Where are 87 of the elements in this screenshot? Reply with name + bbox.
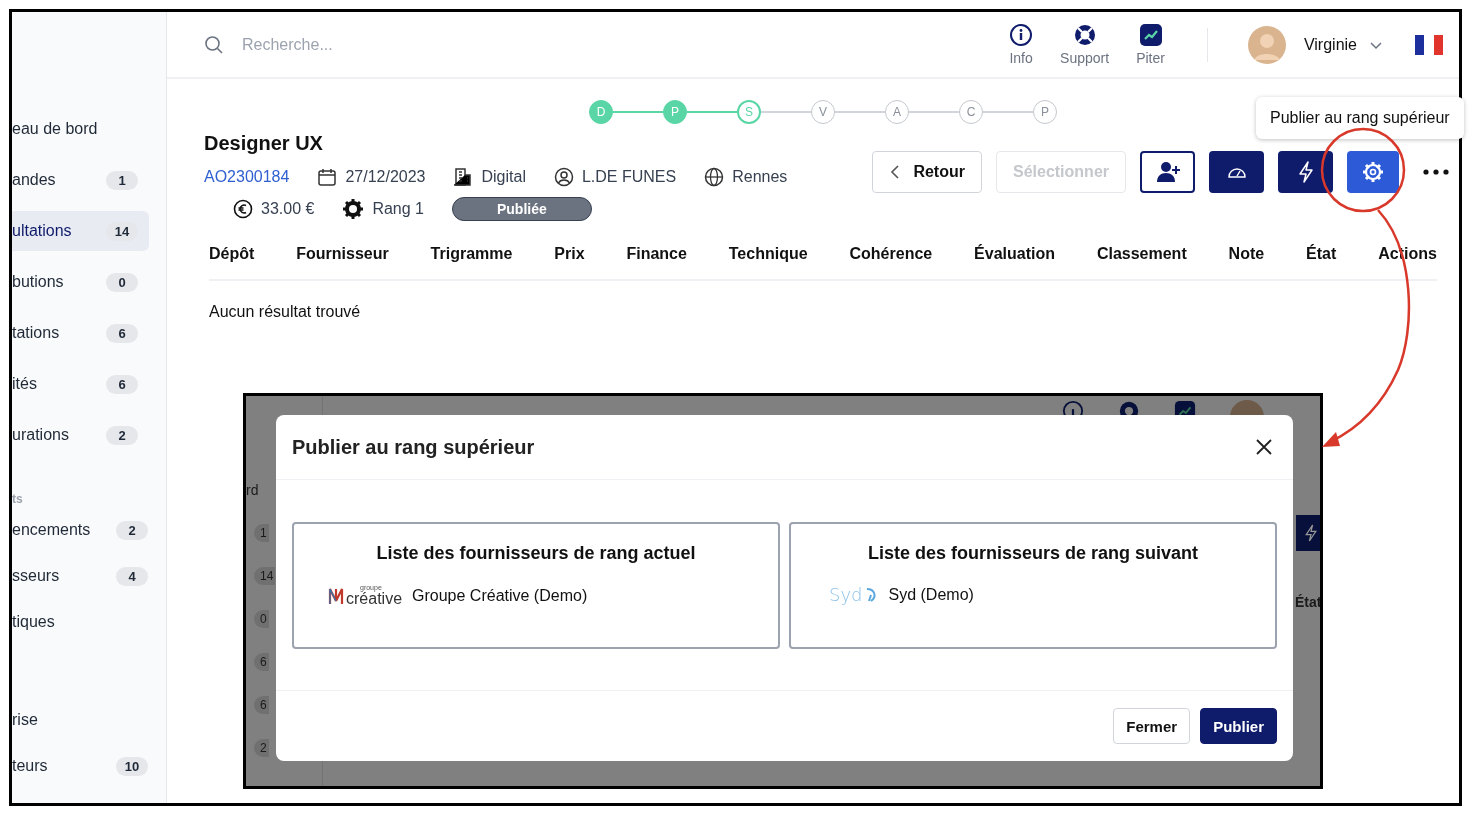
back-button[interactable]: Retour: [872, 151, 982, 193]
euro-icon: [233, 199, 253, 219]
nav-label[interactable]: Info: [1009, 50, 1033, 66]
count-badge: 6: [106, 323, 138, 343]
page-title: Designer UX: [204, 132, 324, 155]
sidebar-item[interactable]: eau de bord: [12, 109, 149, 149]
count-badge: 2: [254, 739, 269, 757]
user-name[interactable]: Virginie: [1303, 35, 1357, 54]
sidebar-heading: ts: [12, 491, 24, 508]
count-badge: 6: [254, 696, 269, 714]
sidebar-item[interactable]: tiques: [12, 604, 159, 640]
sidebar-item[interactable]: teurs 10: [12, 748, 159, 784]
count-badge: 14: [106, 221, 138, 241]
column-header: Trigramme: [430, 245, 513, 263]
step-circle: D: [589, 100, 613, 124]
meta-text: 27/12/2023: [345, 168, 426, 186]
sidebar-item[interactable]: urations 2: [12, 415, 149, 455]
status-badge: Publiée: [452, 197, 592, 221]
count-badge: 0: [106, 272, 138, 292]
sidebar-item[interactable]: ités 6: [12, 364, 149, 404]
lifebuoy-icon[interactable]: [1072, 23, 1097, 47]
sidebar-item[interactable]: sseurs 4: [12, 558, 159, 594]
reference-link[interactable]: AO2300184: [204, 168, 290, 186]
count-badge: 4: [116, 566, 148, 586]
count-badge: 2: [106, 425, 138, 445]
sidebar-item[interactable]: encements 2: [12, 512, 159, 548]
sidebar-item[interactable]: andes 1: [12, 160, 149, 200]
supplier-name: Groupe Créative (Demo): [412, 586, 588, 605]
column-header: Dépôt: [209, 245, 255, 263]
supplier-name: Syd (Demo): [888, 585, 974, 604]
globe-icon: [704, 167, 725, 187]
close-icon[interactable]: [1255, 438, 1273, 456]
count-badge: 6: [254, 653, 269, 671]
meta-text: L.DE FUNES: [581, 168, 677, 186]
column-header: Cohérence: [849, 245, 933, 263]
count-badge: 6: [106, 374, 138, 394]
gear-icon: [342, 198, 365, 220]
nav-label[interactable]: Support: [1060, 50, 1110, 66]
info-icon[interactable]: [1009, 23, 1034, 47]
sidebar-item[interactable]: tations 6: [12, 313, 149, 353]
chart-icon[interactable]: [1138, 23, 1163, 47]
flag-icon[interactable]: [1415, 34, 1443, 55]
tooltip: Publier au rang supérieur: [1256, 97, 1464, 139]
modal-title: Publier au rang supérieur: [292, 435, 535, 459]
column-header: Prix: [554, 245, 585, 263]
search-icon: [204, 34, 224, 55]
settings-icon: [1361, 160, 1385, 184]
meta-text: Digital: [481, 168, 526, 186]
meta-text: 33.00 €: [261, 200, 315, 218]
column-header: Évaluation: [974, 245, 1055, 263]
supplier-logo: Syd: [829, 584, 879, 605]
settings-button[interactable]: [1347, 151, 1399, 193]
building-icon: [453, 167, 474, 187]
column-header: Finance: [626, 245, 687, 263]
more-icon[interactable]: [1423, 169, 1449, 175]
count-badge: 0: [254, 610, 269, 628]
column-header: Technique: [728, 245, 808, 263]
meta-text: Rennes: [732, 168, 788, 186]
publish-button[interactable]: Publier: [1200, 708, 1277, 744]
count-badge: 10: [116, 756, 148, 776]
column-header: Fournisseur: [296, 245, 389, 263]
panel-title: Liste des fournisseurs de rang actuel: [376, 543, 696, 564]
step-circle: P: [663, 100, 687, 124]
bolt-icon: [1303, 523, 1319, 543]
column-header: État: [1306, 245, 1337, 263]
step-circle: S: [737, 100, 761, 124]
add-user-button[interactable]: [1140, 151, 1195, 193]
count-badge: 2: [116, 520, 148, 540]
column-header: Classement: [1096, 245, 1187, 263]
add-user-icon: [1154, 160, 1181, 184]
user-icon: [553, 167, 574, 187]
empty-message: Aucun résultat trouvé: [209, 303, 362, 321]
count-badge: 1: [106, 170, 138, 190]
sidebar-item[interactable]: rise: [12, 702, 159, 738]
nav-label[interactable]: Piter: [1136, 50, 1165, 66]
count-badge: 1: [254, 524, 269, 542]
sidebar-text: rd: [246, 482, 259, 498]
panel-title: Liste des fournisseurs de rang suivant: [867, 543, 1199, 564]
meta-text: Rang 1: [372, 200, 424, 218]
sidebar-item[interactable]: butions 0: [12, 262, 149, 302]
calendar-icon: [317, 167, 338, 187]
bolt-button[interactable]: [1278, 151, 1333, 193]
count-badge: 14: [254, 567, 276, 585]
gauge-button[interactable]: [1209, 151, 1264, 193]
close-button[interactable]: Fermer: [1113, 708, 1191, 744]
sidebar-item[interactable]: ultations 14: [12, 211, 149, 251]
column-header: Note: [1228, 245, 1265, 263]
